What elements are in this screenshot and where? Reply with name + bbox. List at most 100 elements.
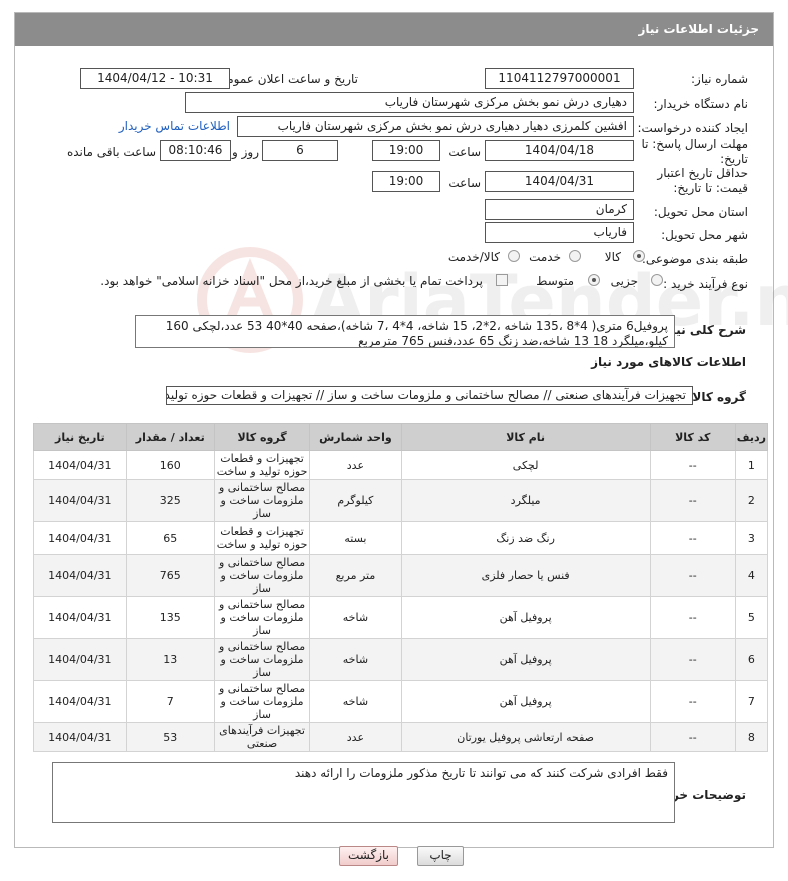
process-radio-minor[interactable]	[651, 274, 663, 286]
cell-need-date: 1404/04/31	[33, 722, 127, 752]
process-label: نوع فرآیند خرید :	[663, 277, 748, 291]
cell-item-group: تجهیزات و قطعات حوزه تولید و ساخت	[213, 521, 311, 555]
cell-item-code: --	[649, 521, 736, 555]
deadline-label: مهلت ارسال پاسخ: تا تاریخ:	[641, 137, 748, 166]
col-code: کد کالا	[649, 423, 736, 451]
cell-item-group: مصالح ساختمانی و ملزومات ساخت و ساز	[213, 554, 311, 597]
days-field: 6	[262, 140, 338, 161]
cell-unit: بسته	[309, 521, 402, 555]
table-header-row: ردیف کد کالا نام کالا واحد شمارش گروه کا…	[33, 423, 769, 451]
goods-group-field: تجهیزات فرآیندهای صنعتی // مصالح ساختمان…	[166, 386, 693, 405]
cell-item-group: مصالح ساختمانی و ملزومات ساخت و ساز	[213, 638, 311, 681]
col-name: نام کالا	[400, 423, 651, 451]
cell-row-number: 2	[734, 479, 769, 522]
goods-table: ردیف کد کالا نام کالا واحد شمارش گروه کا…	[33, 423, 769, 752]
cell-row-number: 7	[734, 680, 769, 723]
cell-row-number: 8	[734, 722, 769, 752]
cell-item-code: --	[649, 722, 736, 752]
cell-unit: متر مربع	[309, 554, 402, 597]
process-option-medium: متوسط	[536, 274, 574, 288]
cell-item-group: مصالح ساختمانی و ملزومات ساخت و ساز	[213, 680, 311, 723]
cell-need-date: 1404/04/31	[33, 521, 127, 555]
process-radio-medium[interactable]	[588, 274, 600, 286]
deadline-time-label: ساعت	[448, 145, 481, 159]
cell-item-code: --	[649, 450, 736, 480]
deadline-date-field: 1404/04/18	[485, 140, 634, 161]
payment-note: پرداخت تمام یا بخشی از مبلغ خرید،از محل …	[100, 274, 483, 288]
announce-field: 1404/04/12 - 10:31	[80, 68, 230, 89]
table-row: 8 -- صفحه ارتعاشی پروفیل یورتان عدد تجهیزات …	[33, 722, 769, 752]
cell-item-code: --	[649, 680, 736, 723]
description-textarea: پروفیل6 متری( 4*8 ،135 شاخه ،2*2، 15 شاخ…	[135, 315, 675, 348]
goods-group-label: گروه کالا:	[687, 390, 746, 404]
table-row: 6 -- پروفیل آهن شاخه مصالح ساختمانی و ملزوما…	[33, 638, 769, 681]
cell-item-code: --	[649, 596, 736, 639]
cell-row-number: 1	[734, 450, 769, 480]
buyer-notes-textarea: فقط افرادی شرکت کنند که می توانند تا تار…	[52, 762, 675, 823]
cell-unit: عدد	[309, 722, 402, 752]
cell-item-code: --	[649, 638, 736, 681]
category-radio-goods[interactable]	[633, 250, 645, 262]
cell-unit: شاخه	[309, 596, 402, 639]
cell-quantity: 13	[125, 638, 215, 681]
cell-row-number: 4	[734, 554, 769, 597]
province-label: استان محل تحویل:	[653, 205, 748, 219]
cell-need-date: 1404/04/31	[33, 554, 127, 597]
col-row: ردیف	[734, 423, 769, 451]
cell-unit: شاخه	[309, 638, 402, 681]
category-option-service: خدمت	[529, 250, 561, 264]
cell-quantity: 7	[125, 680, 215, 723]
creator-field: افشین کلمرزی دهیار دهیاری درش نمو بخش مر…	[237, 116, 634, 137]
cell-row-number: 5	[734, 596, 769, 639]
table-row: 4 -- فنس یا حصار فلزی متر مربع مصالح ساختمان…	[33, 554, 769, 597]
cell-item-code: --	[649, 554, 736, 597]
print-button[interactable]: چاپ	[417, 846, 464, 866]
buyer-org-label: نام دستگاه خریدار:	[653, 97, 749, 111]
city-label: شهر محل تحویل:	[661, 228, 748, 242]
deadline-time-field: 19:00	[372, 140, 440, 161]
need-number-label: شماره نیاز:	[691, 72, 748, 86]
creator-label: ایجاد کننده درخواست:	[637, 121, 748, 135]
cell-row-number: 3	[734, 521, 769, 555]
cell-item-group: تجهیزات و قطعات حوزه تولید و ساخت	[213, 450, 311, 480]
cell-item-group: مصالح ساختمانی و ملزومات ساخت و ساز	[213, 479, 311, 522]
table-row: 2 -- میلگرد کیلوگرم مصالح ساختمانی و ملزومات…	[33, 479, 769, 522]
table-row: 3 -- رنگ ضد زنگ بسته تجهیزات و قطعات حوزه تو…	[33, 521, 769, 555]
table-row: 5 -- پروفیل آهن شاخه مصالح ساختمانی و ملزوما…	[33, 596, 769, 639]
cell-item-name: رنگ ضد زنگ	[400, 521, 651, 555]
cell-need-date: 1404/04/31	[33, 450, 127, 480]
cell-item-code: --	[649, 479, 736, 522]
validity-time-field: 19:00	[372, 171, 440, 192]
back-button[interactable]: بازگشت	[339, 846, 398, 866]
cell-item-name: پروفیل آهن	[400, 680, 651, 723]
cell-need-date: 1404/04/31	[33, 596, 127, 639]
buyer-contact-link[interactable]: اطلاعات تماس خریدار	[119, 119, 230, 133]
category-option-goods: کالا	[604, 250, 621, 264]
validity-date-field: 1404/04/31	[485, 171, 634, 192]
cell-item-group: تجهیزات فرآیندهای صنعتی	[213, 722, 311, 752]
cell-quantity: 765	[125, 554, 215, 597]
city-field: فاریاب	[485, 222, 634, 243]
cell-row-number: 6	[734, 638, 769, 681]
cell-item-name: لچکی	[400, 450, 651, 480]
cell-item-name: میلگرد	[400, 479, 651, 522]
days-label: روز و	[232, 145, 259, 159]
validity-label: حداقل تاریخ اعتبار قیمت: تا تاریخ:	[657, 166, 748, 195]
cell-quantity: 65	[125, 521, 215, 555]
goods-info-title: اطلاعات کالاهای مورد نیاز	[591, 355, 746, 369]
col-date: تاریخ نیاز	[33, 423, 127, 451]
cell-quantity: 325	[125, 479, 215, 522]
category-radio-both[interactable]	[508, 250, 520, 262]
buyer-org-field: دهیاری درش نمو بخش مرکزی شهرستان فاریاب	[185, 92, 634, 113]
cell-unit: شاخه	[309, 680, 402, 723]
category-label: طبقه بندی موضوعی:	[641, 252, 748, 266]
remaining-time-field: 08:10:46	[160, 140, 231, 161]
payment-checkbox[interactable]	[496, 274, 508, 286]
panel-title: جزئیات اطلاعات نیاز	[15, 13, 773, 46]
province-field: کرمان	[485, 199, 634, 220]
col-group: گروه کالا	[213, 423, 311, 451]
cell-quantity: 53	[125, 722, 215, 752]
cell-item-group: مصالح ساختمانی و ملزومات ساخت و ساز	[213, 596, 311, 639]
category-radio-service[interactable]	[569, 250, 581, 262]
remaining-label: ساعت باقی مانده	[66, 145, 156, 159]
